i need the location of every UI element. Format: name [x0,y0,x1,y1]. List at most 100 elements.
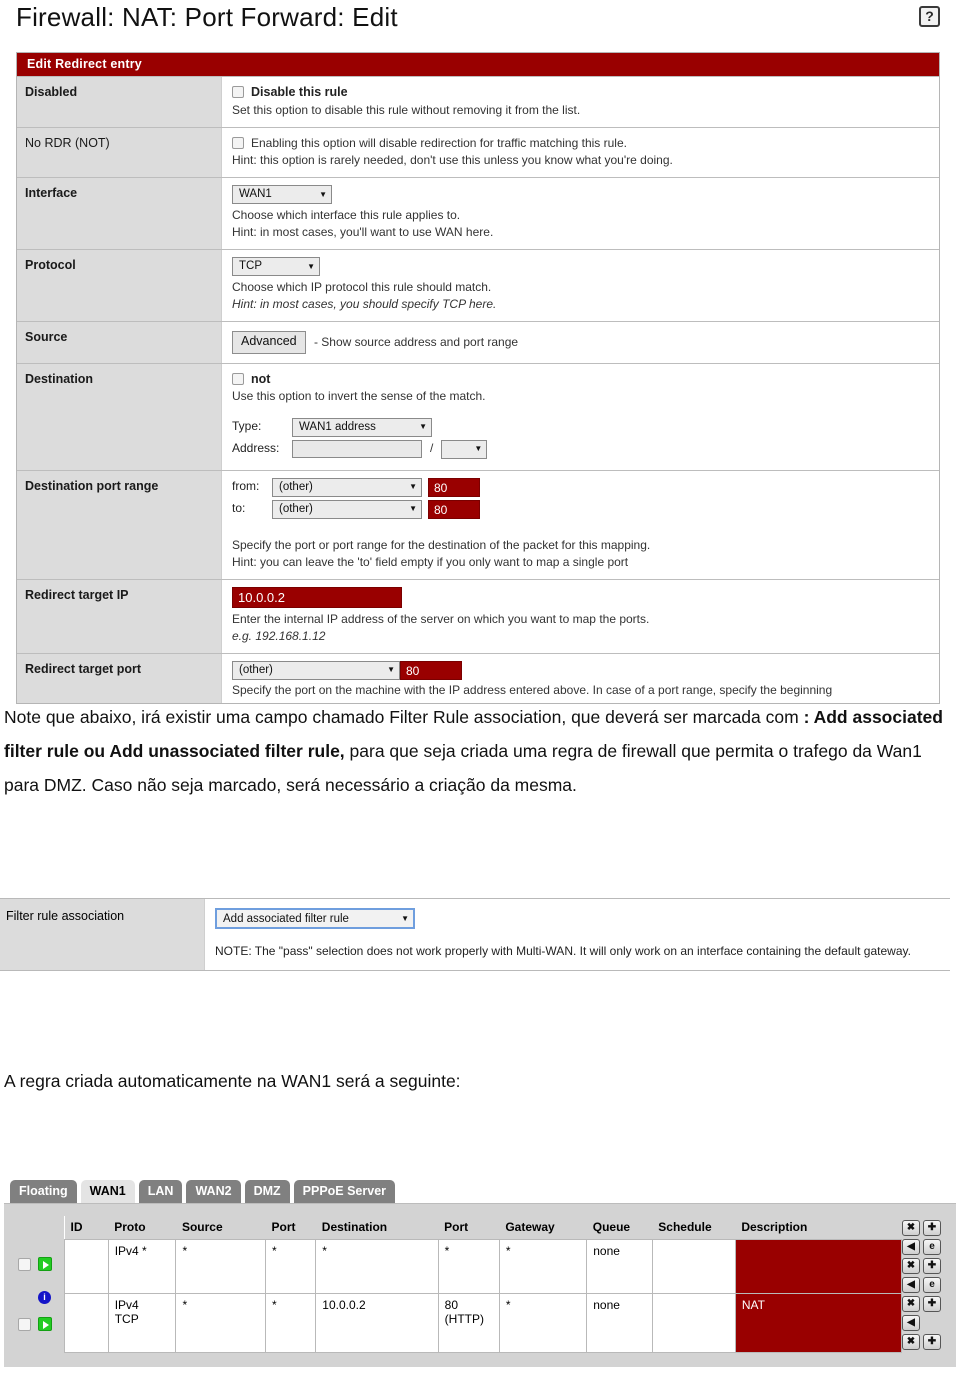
form-row-no-rdr: No RDR (NOT) Enabling this option will d… [17,126,939,177]
label-destination: Destination [17,363,222,470]
chevron-down-icon: ▼ [401,914,409,923]
col-id: ID [64,1216,109,1240]
edit-icon[interactable]: e [923,1277,941,1293]
tab-wan2[interactable]: WAN2 [186,1180,241,1203]
rule-2-select-checkbox[interactable] [18,1317,31,1331]
add-icon[interactable]: ✚ [923,1334,941,1350]
label-source: Source [17,321,222,363]
dport-to-select[interactable]: (other) ▼ [272,499,422,519]
advanced-button[interactable]: Advanced [232,330,306,354]
table-row[interactable]: IPv4 * * * * * * none [64,1238,903,1295]
chevron-down-icon: ▼ [474,444,483,454]
tab-floating[interactable]: Floating [10,1180,77,1203]
redirect-target-port-select[interactable]: (other) ▼ [232,660,400,680]
protocol-description-1: Choose which IP protocol this rule shoul… [232,279,492,294]
destination-mask-select[interactable]: ▼ [441,439,488,459]
label-destination-port-range: Destination port range [17,470,222,579]
destination-type-label: Type: [232,419,262,434]
protocol-select[interactable]: TCP ▼ [232,256,320,276]
form-row-interface: Interface WAN1 ▼ Choose which interface … [17,176,939,249]
protocol-description-2: Hint: in most cases, you should specify … [232,296,497,311]
row-1-description [734,1238,903,1295]
tab-pppoe-server[interactable]: PPPoE Server [293,1180,396,1203]
move-icon[interactable]: ◀ [902,1239,920,1255]
redirect-target-ip-description: Enter the internal IP address of the ser… [232,611,650,626]
label-filter-rule-association: Filter rule association [0,899,205,971]
rule-row-1-controls [12,1243,64,1285]
rule-1-pass-icon[interactable] [38,1257,52,1271]
dport-from-select[interactable]: (other) ▼ [272,477,422,497]
edit-icon[interactable]: e [923,1239,941,1255]
row-1-destination: * [315,1238,439,1295]
move-icon[interactable]: ◀ [902,1277,920,1293]
redirect-target-port-description: Specify the port on the machine with the… [232,682,833,697]
add-icon[interactable]: ✚ [923,1296,941,1312]
filter-rule-association-select[interactable]: Add associated filter rule ▼ [215,908,415,929]
page-title: Firewall: NAT: Port Forward: Edit [16,2,398,32]
interface-select[interactable]: WAN1 ▼ [232,184,332,204]
form-row-protocol: Protocol TCP ▼ Choose which IP protocol … [17,248,939,321]
disabled-description: Set this option to disable this rule wit… [232,102,581,117]
interface-select-value: WAN1 [239,188,272,201]
destination-address-input[interactable] [292,440,422,458]
table-row[interactable]: IPv4 TCP * * 10.0.0.2 80 (HTTP) * none N… [64,1293,903,1353]
dport-from-input[interactable]: 80 [428,477,480,497]
chevron-down-icon: ▼ [319,189,327,199]
add-icon[interactable]: ✚ [923,1258,941,1274]
footer-action-icons-a: ◀ [902,1315,948,1331]
filter-rule-association-panel: Filter rule association Add associated f… [0,898,950,972]
row-2-source: * [175,1293,267,1353]
delete-icon[interactable]: ✖ [902,1258,920,1274]
row-2-queue: none [586,1293,653,1353]
header-action-icons: ✖ ✚ [902,1220,948,1236]
delete-icon[interactable]: ✖ [902,1220,920,1236]
chevron-down-icon: ▼ [409,504,417,514]
row-1-id [64,1238,109,1295]
page-root: Firewall: NAT: Port Forward: Edit ? Edit… [0,0,960,1393]
destination-type-select[interactable]: WAN1 address ▼ [292,417,432,437]
interface-tabs: Floating WAN1 LAN WAN2 DMZ PPPoE Server [4,1180,956,1203]
col-source: Source [175,1216,266,1240]
rule-row-2-controls [12,1309,64,1339]
rule-1-info-wrap: i [12,1285,64,1309]
disable-this-rule-checkbox[interactable] [232,86,244,98]
destination-not-checkbox[interactable] [232,372,244,385]
destination-address-separator: / [430,441,434,456]
row-1-port: * [265,1238,317,1295]
row-2-description: NAT [734,1293,903,1353]
rule-2-pass-icon[interactable] [38,1317,52,1331]
row-2-proto: IPv4 TCP [107,1293,177,1353]
add-icon[interactable]: ✚ [923,1220,941,1236]
row-1-action-icons-b: ✖ ✚ [902,1258,948,1274]
no-rdr-checkbox[interactable] [232,136,244,149]
dport-to-input[interactable]: 80 [428,499,480,519]
rule-1-info-icon[interactable]: i [38,1290,51,1304]
row-1-dport: * [437,1238,500,1295]
protocol-select-value: TCP [239,260,262,273]
label-redirect-target-ip: Redirect target IP [17,579,222,653]
destination-not-label: not [251,371,271,386]
redirect-target-ip-input[interactable]: 10.0.0.2 [232,586,402,608]
col-queue: Queue [586,1216,653,1240]
rule-1-select-checkbox[interactable] [18,1257,31,1271]
redirect-target-port-input[interactable]: 80 [400,660,462,680]
row-1-source: * [175,1238,267,1295]
col-destination: Destination [315,1216,439,1240]
dport-from-select-value: (other) [279,480,313,493]
row-1-gateway: * [498,1238,588,1295]
row-1-proto: IPv4 * [107,1238,177,1295]
label-redirect-target-port: Redirect target port [17,653,222,703]
help-question-mark-icon[interactable]: ? [919,6,940,27]
filter-rule-association-select-value: Add associated filter rule [223,912,349,925]
no-rdr-description-1: Enabling this option will disable redire… [251,135,627,150]
delete-icon[interactable]: ✖ [902,1334,920,1350]
tab-wan1[interactable]: WAN1 [80,1180,135,1203]
delete-icon[interactable]: ✖ [902,1296,920,1312]
tab-dmz[interactable]: DMZ [244,1180,290,1203]
rules-table-header-row: ID Proto Source Port Destination Port Ga… [64,1216,902,1240]
note-paragraph-2: A regra criada automaticamente na WAN1 s… [4,1071,461,1091]
move-icon[interactable]: ◀ [902,1315,920,1331]
source-description: - Show source address and port range [313,334,519,349]
chevron-down-icon: ▼ [419,422,427,432]
tab-lan[interactable]: LAN [138,1180,183,1203]
